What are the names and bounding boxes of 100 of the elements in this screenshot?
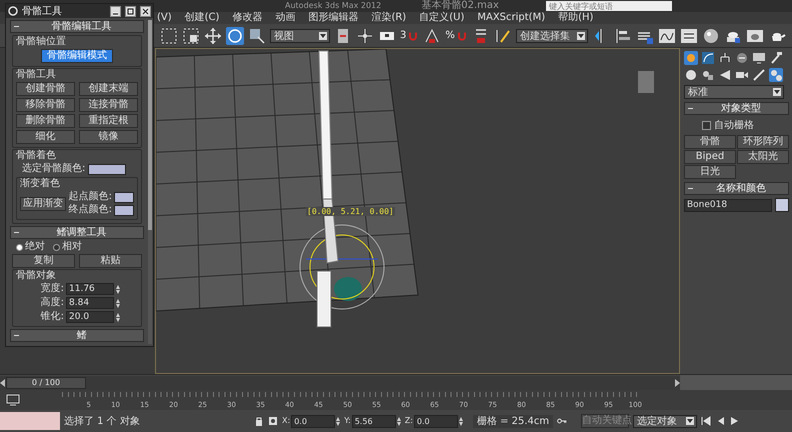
object-type-button[interactable]: 骨骼 <box>684 135 736 149</box>
field-label: 高度: <box>40 297 64 309</box>
status-message: 选择了 1 个 对象 <box>64 414 141 428</box>
object-type-button[interactable]: Biped <box>684 150 736 164</box>
hammer-icon[interactable] <box>769 51 783 65</box>
spinner-arrows-icon[interactable] <box>116 298 120 308</box>
menu-item[interactable]: (V) <box>157 12 172 24</box>
tool-button[interactable]: 移除骨骼 <box>16 98 75 112</box>
tool-button[interactable]: 细化 <box>16 130 75 144</box>
field-label: 锥化: <box>40 311 64 323</box>
scale-icon[interactable] <box>248 26 266 44</box>
sphere-icon[interactable] <box>684 68 698 82</box>
rotate-icon[interactable] <box>226 26 244 44</box>
dropdown[interactable]: 视图 <box>270 28 330 42</box>
rollout-header[interactable]: 鳍 <box>10 329 144 342</box>
color-swatch[interactable] <box>114 204 134 216</box>
tool-button[interactable]: 创建末端 <box>79 82 138 96</box>
script-listener-field[interactable] <box>0 412 60 430</box>
key-filter-dropdown[interactable]: 选定对象 <box>633 414 698 428</box>
tool-button[interactable]: 创建骨骼 <box>16 82 75 96</box>
object-type-button[interactable]: 环形阵列 <box>737 135 789 149</box>
coordinate-label: Y: <box>344 415 351 427</box>
tool-button[interactable]: 复制 <box>12 254 75 268</box>
coordinate-label: X: <box>282 415 290 427</box>
rollout-header[interactable]: 对象类型 <box>684 102 789 115</box>
radio-button[interactable] <box>16 244 23 250</box>
menu-item[interactable]: 帮助(H) <box>558 12 594 24</box>
color-swatch[interactable] <box>775 198 789 212</box>
rollout-header[interactable]: 名称和颜色 <box>684 182 789 195</box>
search-field[interactable]: 键入关键字或短语 <box>546 1 672 11</box>
play-icon[interactable] <box>729 416 740 426</box>
menu-item[interactable]: 图形编辑器 <box>308 12 358 24</box>
tool-button[interactable]: 连接骨骼 <box>79 98 138 112</box>
move-icon[interactable] <box>204 26 222 44</box>
tool-button[interactable]: 删除骨骼 <box>16 114 75 128</box>
dashed-rectangle-icon[interactable] <box>160 26 178 44</box>
monitor-icon[interactable] <box>752 51 766 65</box>
coordinate-readout: [0.00, 5.21, 0.00] <box>306 207 395 216</box>
crosshair-icon[interactable] <box>356 26 374 44</box>
align-icon[interactable] <box>614 26 632 44</box>
coordinate-field[interactable]: 0.0 <box>291 414 336 428</box>
mode-button[interactable]: 骨骼编辑模式 <box>41 49 113 63</box>
window-title: 骨骼工具 <box>22 5 63 18</box>
menu-item[interactable]: 渲染(R) <box>371 12 406 24</box>
light-icon[interactable] <box>718 68 732 82</box>
shapes-icon[interactable] <box>701 68 715 82</box>
radio-button[interactable] <box>53 244 60 250</box>
hierarchy-icon[interactable] <box>718 51 732 65</box>
go-to-start-icon[interactable] <box>701 416 712 426</box>
gears-icon[interactable] <box>769 68 783 82</box>
close-icon[interactable] <box>140 6 151 16</box>
name-field[interactable]: Bone018 <box>684 198 772 212</box>
angle-snap-icon[interactable] <box>423 26 442 44</box>
object-type-button[interactable]: 日光 <box>684 165 736 179</box>
number-field[interactable]: 11.76 <box>66 283 114 295</box>
scrollbar-thumb[interactable] <box>148 20 152 230</box>
time-slider-thumb[interactable]: 0 / 100 <box>6 376 86 388</box>
snap-toggle-button[interactable]: 3 <box>400 26 420 46</box>
coordinate-label: Z: <box>404 415 413 427</box>
coordinate-field[interactable]: 0.0 <box>414 414 458 428</box>
left-arrow-icon[interactable] <box>0 378 6 386</box>
dropdown[interactable]: 创建选择集 <box>516 28 588 42</box>
category-dropdown[interactable]: 标准 <box>684 85 784 99</box>
lock-icon[interactable] <box>254 416 264 426</box>
viewport[interactable]: [0.00, 5.21, 0.00] <box>155 48 680 374</box>
dropdown-arrow-icon <box>773 88 781 96</box>
apply-gradient-button[interactable]: 应用渐变 <box>20 196 66 210</box>
snap-toggle-button[interactable]: % <box>445 26 468 46</box>
color-swatch[interactable] <box>114 192 134 202</box>
right-arrow-icon[interactable] <box>674 378 680 386</box>
spinner-arrows-icon[interactable] <box>116 284 120 294</box>
checkbox[interactable] <box>702 120 711 130</box>
number-field[interactable]: 20.0 <box>66 311 114 323</box>
menu-item[interactable]: 自定义(U) <box>419 12 464 24</box>
color-swatch[interactable] <box>88 164 126 174</box>
spinner-arrows-icon[interactable] <box>116 312 120 322</box>
schematic-icon[interactable] <box>680 26 698 44</box>
rollout-header[interactable]: 鳍调整工具 <box>10 226 144 239</box>
menu-item[interactable]: 动画 <box>275 12 296 24</box>
menu-item[interactable]: 创建(C) <box>184 12 220 24</box>
spinner-arrows-icon[interactable] <box>396 416 401 426</box>
tool-button[interactable]: 重指定根 <box>79 114 138 128</box>
sphere-icon[interactable] <box>702 26 720 44</box>
maximize-icon[interactable] <box>125 6 136 16</box>
key-icon[interactable] <box>557 416 568 426</box>
window-select-icon[interactable] <box>182 26 200 44</box>
number-field[interactable]: 8.84 <box>66 297 114 309</box>
spinner-arrows-icon[interactable] <box>458 416 463 426</box>
minimize-icon[interactable] <box>110 6 121 16</box>
tool-button[interactable]: 粘贴 <box>79 254 142 268</box>
menu-item[interactable]: 修改器 <box>232 12 262 24</box>
rollout-header[interactable]: 骨骼编辑工具 <box>10 20 144 33</box>
arc-icon[interactable] <box>701 51 715 65</box>
tool-button[interactable]: 镜像 <box>79 130 138 144</box>
dropdown-arrow-icon <box>686 417 694 425</box>
object-type-button[interactable]: 太阳光 <box>737 150 789 164</box>
coordinate-field[interactable]: 5.56 <box>352 414 396 428</box>
curve-editor-icon[interactable] <box>658 26 676 44</box>
spinner-arrows-icon[interactable] <box>336 416 340 426</box>
menu-item[interactable]: MAXScript(M) <box>477 12 546 24</box>
